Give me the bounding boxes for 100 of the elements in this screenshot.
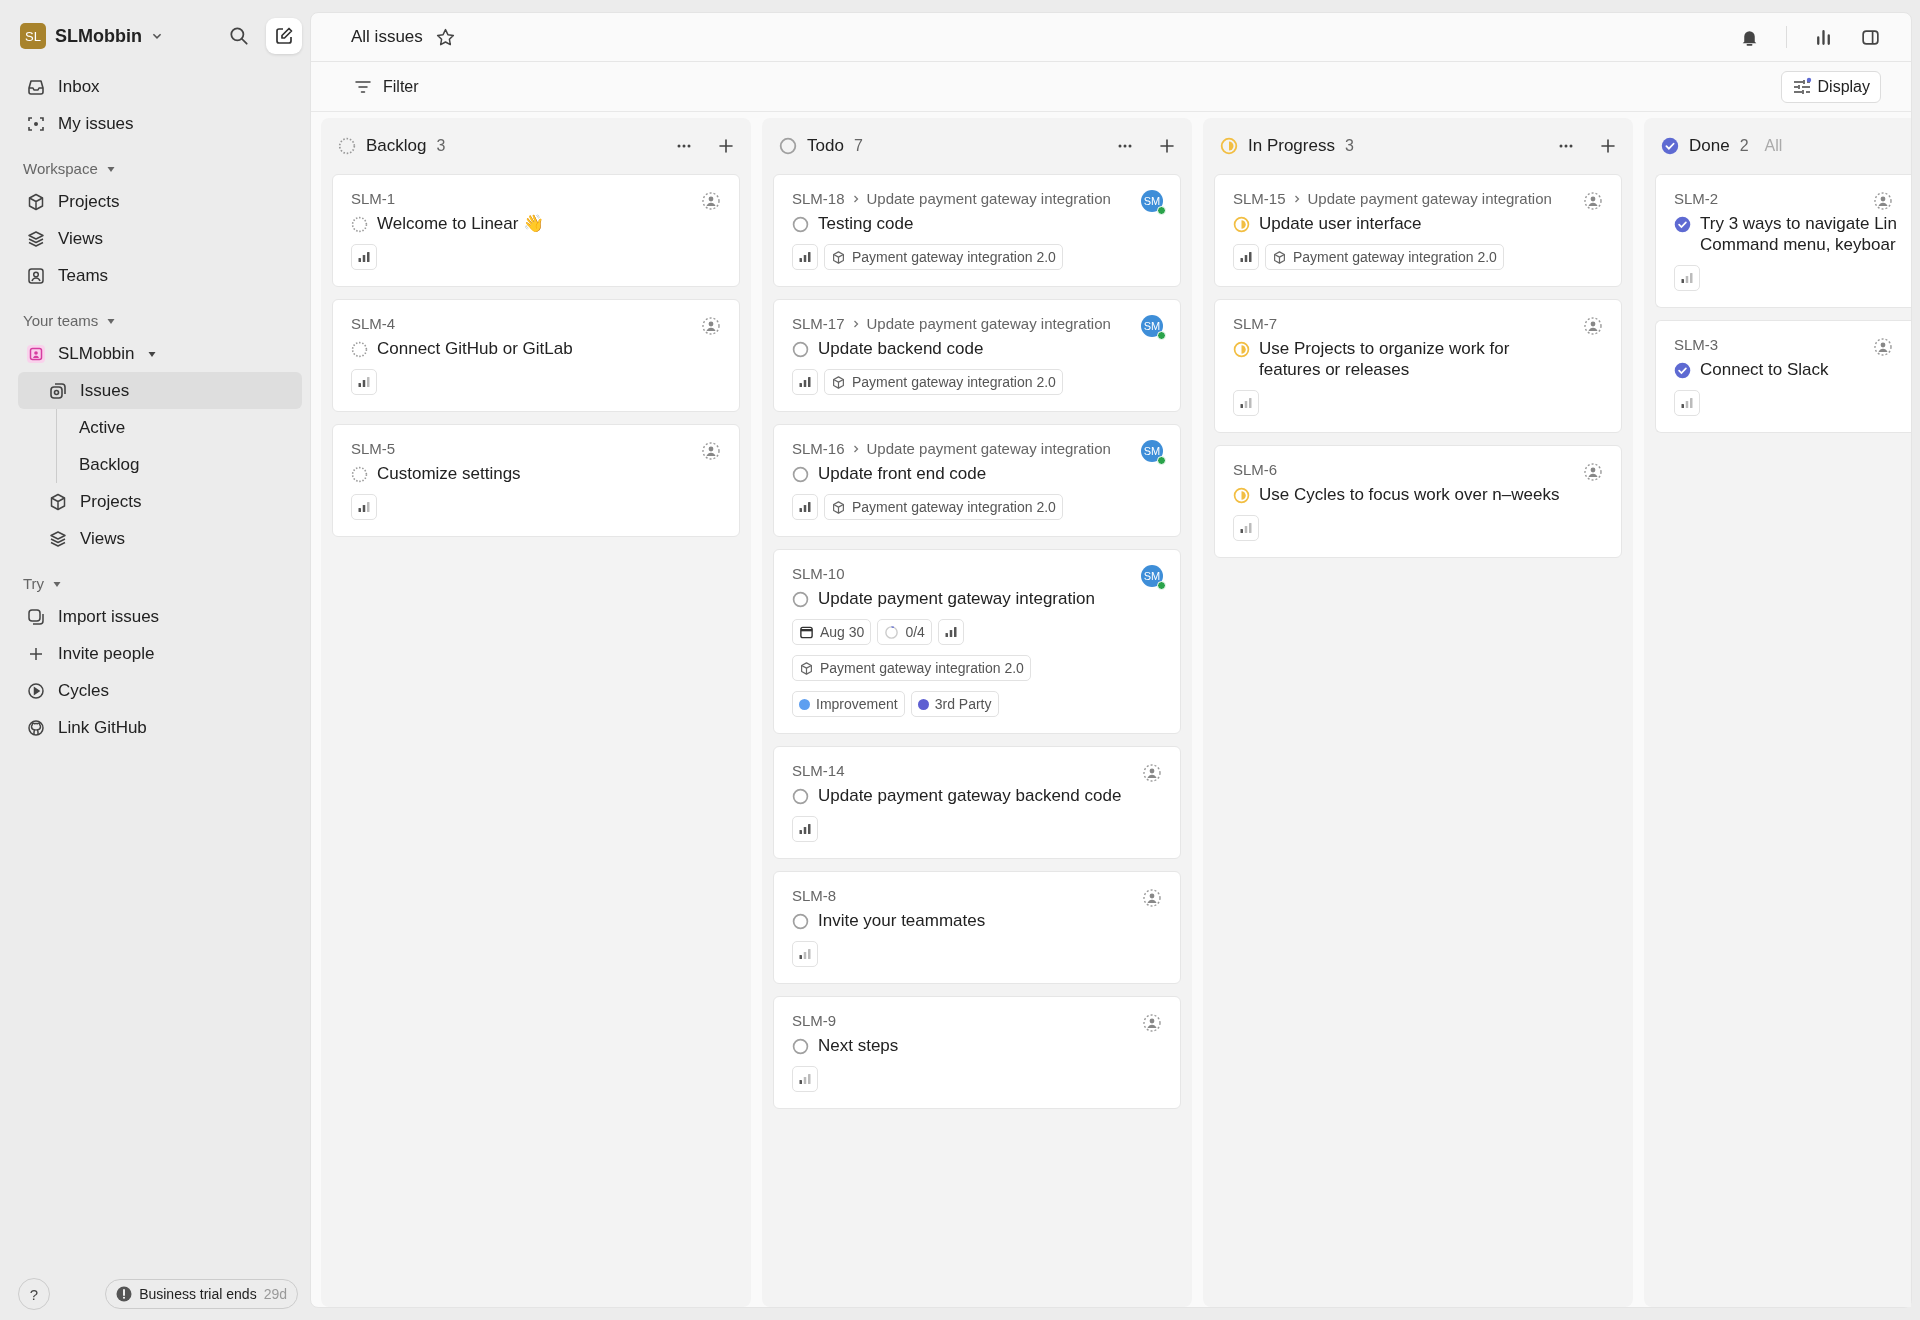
status-icon[interactable]	[351, 216, 368, 233]
nav-item[interactable]: Invite people	[18, 635, 302, 672]
issue-id: SLM-8	[792, 886, 837, 906]
priority-button[interactable]	[792, 816, 818, 842]
star-icon[interactable]	[434, 26, 456, 48]
subtask-progress-chip[interactable]: 0/4	[877, 619, 932, 645]
filter-button[interactable]: Filter	[347, 75, 425, 98]
chevron-icon	[851, 444, 860, 454]
issue-card[interactable]: SLM-2 Try 3 ways to navigate Lin Command menu, keyboar	[1655, 174, 1911, 308]
nav-item[interactable]: Views	[18, 520, 302, 557]
issue-card[interactable]: SLM-14 Update payment gateway backend code	[773, 746, 1181, 859]
nav-item[interactable]: Cycles	[18, 672, 302, 709]
unassigned-icon[interactable]	[1583, 191, 1603, 211]
nav-item[interactable]: Views	[18, 220, 302, 257]
issue-title: Testing code	[818, 213, 914, 234]
section-header[interactable]: Workspace	[23, 160, 116, 177]
project-chip[interactable]: Payment gateway integration 2.0	[824, 369, 1063, 395]
issue-card[interactable]: SLM-8 Invite your teammates	[773, 871, 1181, 984]
priority-button[interactable]	[351, 244, 377, 270]
status-icon[interactable]	[792, 341, 809, 358]
priority-button[interactable]	[351, 369, 377, 395]
issue-title: Update payment gateway backend code	[818, 785, 1122, 806]
nav-item[interactable]: Link GitHub	[18, 709, 302, 746]
nav-item[interactable]: Teams	[18, 257, 302, 294]
status-icon[interactable]	[792, 216, 809, 233]
unassigned-icon[interactable]	[1142, 763, 1162, 783]
unassigned-icon[interactable]	[1873, 191, 1893, 211]
workspace-switcher[interactable]: SL SLMobbin	[18, 21, 165, 51]
column-title: Backlog	[366, 136, 427, 156]
nav-item[interactable]: Projects	[18, 183, 302, 220]
status-icon[interactable]	[792, 591, 809, 608]
issue-id: SLM-18	[792, 189, 845, 209]
issue-card[interactable]: SLM-5 Customize settings	[332, 424, 740, 537]
help-button[interactable]: ?	[18, 1278, 50, 1310]
unassigned-icon[interactable]	[701, 191, 721, 211]
priority-button[interactable]	[792, 494, 818, 520]
project-chip[interactable]: Payment gateway integration 2.0	[824, 244, 1063, 270]
issue-card[interactable]: SLM-16 Update payment gateway integration SM Update front end code Payment gateway integration 2.0	[773, 424, 1181, 537]
status-icon[interactable]	[792, 788, 809, 805]
priority-button[interactable]	[792, 244, 818, 270]
cube-icon	[831, 249, 846, 265]
issue-card[interactable]: SLM-10 SM Update payment gateway integration Aug 30 0/4 Payment gateway integration 2.0 Improvement 3rd Party	[773, 549, 1181, 734]
nav-item[interactable]: My issues	[18, 105, 302, 142]
priority-button[interactable]	[1233, 244, 1259, 270]
nav-item[interactable]: Issues	[18, 372, 302, 409]
unassigned-icon[interactable]	[1142, 1013, 1162, 1033]
issue-card[interactable]: SLM-9 Next steps	[773, 996, 1181, 1109]
column-count: 3	[1344, 137, 1354, 155]
issue-card[interactable]: SLM-4 Connect GitHub or GitLab	[332, 299, 740, 412]
nav-item[interactable]: Inbox	[18, 68, 302, 105]
nav-item[interactable]: Backlog	[57, 446, 302, 483]
unassigned-icon[interactable]	[1583, 462, 1603, 482]
search-icon[interactable]	[228, 25, 250, 47]
status-icon[interactable]	[351, 341, 368, 358]
add-icon[interactable]	[716, 136, 736, 156]
issue-title: Connect GitHub or GitLab	[377, 338, 573, 359]
cube-icon	[831, 499, 846, 515]
unassigned-icon[interactable]	[1873, 337, 1893, 357]
unassigned-icon[interactable]	[1583, 316, 1603, 336]
priority-button[interactable]	[937, 619, 964, 645]
nav-item[interactable]: Projects	[18, 483, 302, 520]
add-icon[interactable]	[1157, 136, 1177, 156]
unassigned-icon[interactable]	[1142, 888, 1162, 908]
due-date-chip[interactable]: Aug 30	[792, 619, 872, 645]
issue-card[interactable]: SLM-18 Update payment gateway integration SM Testing code Payment gateway integration 2.0	[773, 174, 1181, 287]
add-icon[interactable]	[1598, 136, 1618, 156]
status-icon[interactable]	[792, 913, 809, 930]
nav-item[interactable]: Import issues	[18, 598, 302, 635]
issue-card[interactable]: SLM-17 Update payment gateway integration SM Update backend code Payment gateway integration 2.0	[773, 299, 1181, 412]
unassigned-icon[interactable]	[701, 316, 721, 336]
label-chip[interactable]: 3rd Party	[910, 691, 999, 717]
team-item[interactable]: SLMobbin	[18, 335, 302, 372]
new-issue-button[interactable]	[266, 18, 302, 54]
status-icon[interactable]	[1674, 362, 1691, 379]
status-icon[interactable]	[351, 466, 368, 483]
status-icon[interactable]	[792, 1038, 809, 1055]
nav-item[interactable]: Active	[57, 409, 302, 446]
status-icon[interactable]	[1674, 216, 1691, 233]
issue-title: Try 3 ways to navigate Lin Command menu, keyboar	[1700, 213, 1897, 255]
issue-card[interactable]: SLM-7 Use Projects to organize work for features or releases	[1214, 299, 1622, 433]
project-chip[interactable]: Payment gateway integration 2.0	[792, 655, 1031, 681]
project-chip[interactable]: Payment gateway integration 2.0	[1265, 244, 1504, 270]
issue-title: Customize settings	[377, 463, 521, 484]
section-header[interactable]: Try	[23, 575, 63, 592]
project-chip[interactable]: Payment gateway integration 2.0	[824, 494, 1063, 520]
trial-button[interactable]: Business trial ends 29d	[105, 1279, 298, 1309]
status-icon[interactable]	[792, 466, 809, 483]
priority-button[interactable]	[792, 369, 818, 395]
display-button[interactable]: Display	[1780, 70, 1881, 103]
layers-icon	[26, 228, 46, 249]
unassigned-icon[interactable]	[701, 441, 721, 461]
issue-card[interactable]: SLM-3 Connect to Slack	[1655, 320, 1911, 433]
section-header[interactable]: Your teams	[23, 312, 117, 329]
issue-title: Update user interface	[1259, 213, 1422, 234]
label-chip[interactable]: Improvement	[792, 691, 905, 717]
issue-card[interactable]: SLM-15 Update payment gateway integration Update user interface Payment gateway integration 2.0	[1214, 174, 1622, 287]
column-title: Todo	[807, 136, 844, 156]
issue-card[interactable]: SLM-6 Use Cycles to focus work over n–weeks	[1214, 445, 1622, 558]
issue-card[interactable]: SLM-1 Welcome to Linear 👋	[332, 174, 740, 287]
priority-button[interactable]	[351, 494, 377, 520]
